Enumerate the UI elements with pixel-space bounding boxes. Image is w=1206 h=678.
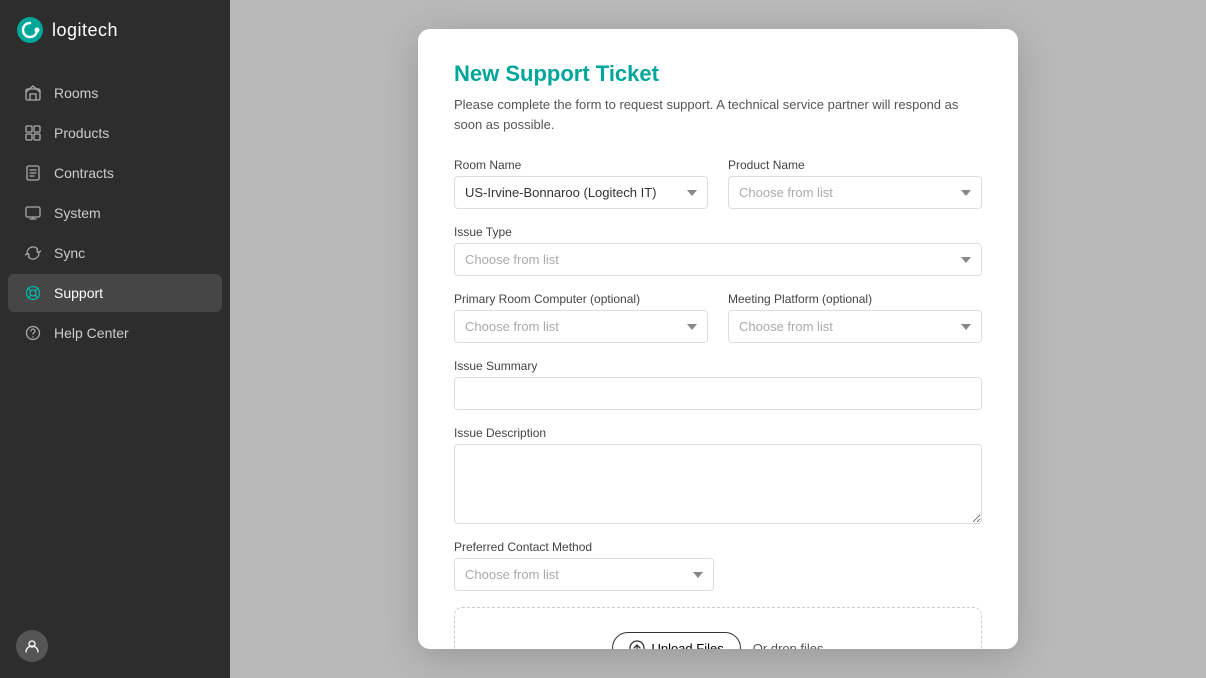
sidebar-item-support-label: Support: [54, 285, 103, 301]
form-group-room-name: Room Name US-Irvine-Bonnaroo (Logitech I…: [454, 158, 708, 209]
issue-type-select[interactable]: Choose from list: [454, 243, 982, 276]
sidebar-item-products[interactable]: Products: [8, 114, 222, 152]
support-icon: [24, 284, 42, 302]
modal-overlay: New Support Ticket Please complete the f…: [230, 0, 1206, 678]
main-area: New Support Ticket Please complete the f…: [230, 0, 1206, 678]
form-row-issue-summary: Issue Summary: [454, 359, 982, 410]
room-name-label: Room Name: [454, 158, 708, 172]
form-group-issue-type: Issue Type Choose from list: [454, 225, 982, 276]
meeting-platform-select[interactable]: Choose from list: [728, 310, 982, 343]
upload-files-button[interactable]: Upload Files: [612, 632, 740, 649]
sidebar-header: logitech: [0, 0, 230, 64]
sidebar-item-contracts-label: Contracts: [54, 165, 114, 181]
form-row-2: Issue Type Choose from list: [454, 225, 982, 276]
upload-or-text: Or drop files: [753, 641, 824, 650]
form-row-contact-method: Preferred Contact Method Choose from lis…: [454, 540, 982, 591]
primary-room-computer-label: Primary Room Computer (optional): [454, 292, 708, 306]
sidebar-item-sync-label: Sync: [54, 245, 85, 261]
sidebar-item-contracts[interactable]: Contracts: [8, 154, 222, 192]
sidebar-item-help-center[interactable]: Help Center: [8, 314, 222, 352]
support-ticket-modal: New Support Ticket Please complete the f…: [418, 29, 1018, 649]
preferred-contact-select[interactable]: Choose from list: [454, 558, 714, 591]
product-name-label: Product Name: [728, 158, 982, 172]
sidebar-item-support[interactable]: Support: [8, 274, 222, 312]
sidebar-nav: Rooms Products Contracts: [0, 64, 230, 614]
form-group-issue-summary: Issue Summary: [454, 359, 982, 410]
contracts-icon: [24, 164, 42, 182]
system-icon: [24, 204, 42, 222]
issue-description-textarea[interactable]: [454, 444, 982, 524]
products-icon: [24, 124, 42, 142]
upload-icon: [629, 640, 645, 649]
upload-files-label: Upload Files: [651, 641, 723, 650]
form-group-preferred-contact: Preferred Contact Method Choose from lis…: [454, 540, 714, 591]
form-group-meeting-platform: Meeting Platform (optional) Choose from …: [728, 292, 982, 343]
rooms-icon: [24, 84, 42, 102]
help-icon: [24, 324, 42, 342]
meeting-platform-label: Meeting Platform (optional): [728, 292, 982, 306]
sidebar-bottom: [0, 614, 230, 678]
issue-summary-input[interactable]: [454, 377, 982, 410]
room-name-select[interactable]: US-Irvine-Bonnaroo (Logitech IT): [454, 176, 708, 209]
form-row-issue-description: Issue Description: [454, 426, 982, 524]
issue-summary-label: Issue Summary: [454, 359, 982, 373]
sidebar-item-system-label: System: [54, 205, 101, 221]
issue-type-label: Issue Type: [454, 225, 982, 239]
upload-area[interactable]: Upload Files Or drop files: [454, 607, 982, 649]
form-row-3: Primary Room Computer (optional) Choose …: [454, 292, 982, 343]
logitech-logo: logitech: [16, 16, 118, 44]
sidebar-item-sync[interactable]: Sync: [8, 234, 222, 272]
modal-description: Please complete the form to request supp…: [454, 95, 982, 134]
modal-title: New Support Ticket: [454, 61, 982, 87]
form-group-product-name: Product Name Choose from list: [728, 158, 982, 209]
issue-description-label: Issue Description: [454, 426, 982, 440]
form-row-1: Room Name US-Irvine-Bonnaroo (Logitech I…: [454, 158, 982, 209]
preferred-contact-label: Preferred Contact Method: [454, 540, 714, 554]
logitech-logo-icon: [16, 16, 44, 44]
form-group-issue-description: Issue Description: [454, 426, 982, 524]
sync-icon: [24, 244, 42, 262]
avatar[interactable]: [16, 630, 48, 662]
sidebar-item-rooms[interactable]: Rooms: [8, 74, 222, 112]
primary-room-computer-select[interactable]: Choose from list: [454, 310, 708, 343]
brand-name: logitech: [52, 20, 118, 41]
sidebar-item-help-center-label: Help Center: [54, 325, 129, 341]
form-group-primary-room-computer: Primary Room Computer (optional) Choose …: [454, 292, 708, 343]
sidebar-item-rooms-label: Rooms: [54, 85, 98, 101]
sidebar-item-products-label: Products: [54, 125, 109, 141]
sidebar: logitech Rooms Pro: [0, 0, 230, 678]
product-name-select[interactable]: Choose from list: [728, 176, 982, 209]
sidebar-item-system[interactable]: System: [8, 194, 222, 232]
